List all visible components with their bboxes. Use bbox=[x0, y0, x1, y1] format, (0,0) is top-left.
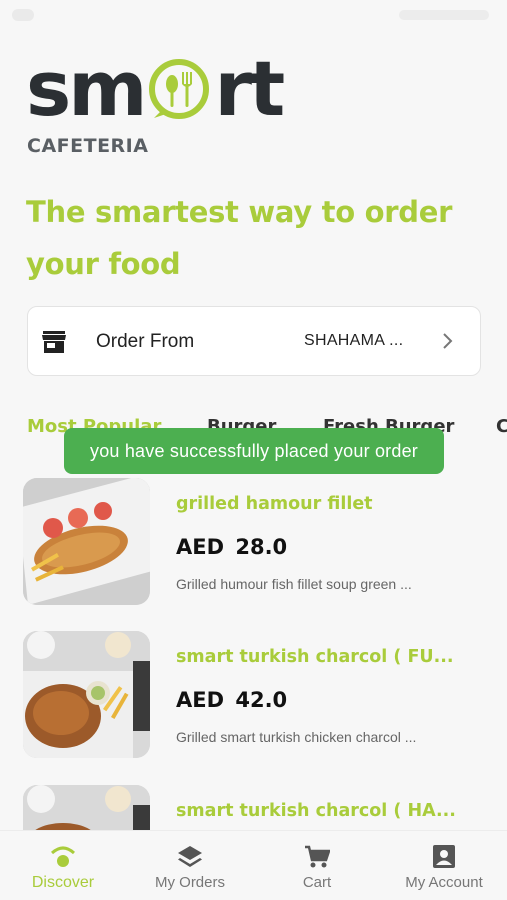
item-price: AED 28.0 bbox=[176, 535, 288, 559]
logo-cutlery-icon bbox=[146, 56, 212, 122]
nav-discover-label: Discover bbox=[31, 874, 95, 891]
order-from-value: SHAHAMA ... bbox=[304, 332, 404, 349]
menu-item[interactable]: smart turkish charcol ( FU... AED 42.0 G… bbox=[23, 631, 493, 759]
nav-my-account-label: My Account bbox=[405, 874, 483, 891]
tab-next-category[interactable]: C bbox=[496, 416, 507, 437]
account-icon bbox=[433, 845, 455, 868]
logo-word-start: sm bbox=[26, 44, 147, 133]
order-from-label: Order From bbox=[96, 331, 195, 352]
item-image-hamour bbox=[23, 478, 150, 605]
bottom-navigation: Discover My Orders Cart My Account bbox=[0, 830, 507, 900]
nav-cart-label: Cart bbox=[302, 874, 332, 891]
item-image-turkish-full bbox=[23, 631, 150, 758]
item-description: Grilled smart turkish chicken charcol ..… bbox=[176, 729, 417, 745]
item-price: AED 42.0 bbox=[176, 688, 288, 712]
item-name: smart turkish charcol ( FU... bbox=[176, 647, 454, 667]
layers-icon bbox=[178, 846, 202, 867]
item-description: Grilled humour fish fillet soup green ..… bbox=[176, 576, 412, 592]
nav-cart[interactable]: Cart bbox=[254, 831, 380, 900]
nav-my-orders[interactable]: My Orders bbox=[127, 831, 253, 900]
chevron-right-icon bbox=[443, 333, 453, 349]
status-indicator bbox=[12, 9, 34, 21]
item-name: smart turkish charcol ( HA... bbox=[176, 801, 456, 821]
nav-discover[interactable]: Discover bbox=[0, 831, 126, 900]
order-from-selector[interactable]: Order From SHAHAMA ... bbox=[27, 306, 481, 376]
nav-my-account[interactable]: My Account bbox=[381, 831, 507, 900]
order-success-toast: you have successfully placed your order bbox=[64, 428, 444, 474]
discover-icon bbox=[50, 846, 76, 867]
logo-subtitle: CAFETERIA bbox=[27, 135, 149, 157]
smart-logo: sm rt bbox=[26, 50, 316, 128]
logo-word-end: rt bbox=[214, 44, 285, 133]
item-name: grilled hamour fillet bbox=[176, 494, 373, 514]
menu-item[interactable]: grilled hamour fillet AED 28.0 Grilled h… bbox=[23, 478, 493, 606]
status-icons bbox=[399, 10, 489, 20]
status-bar bbox=[0, 0, 507, 34]
cart-icon bbox=[305, 845, 330, 868]
store-icon bbox=[42, 331, 66, 353]
page-headline: The smartest way to order your food bbox=[26, 195, 453, 281]
nav-my-orders-label: My Orders bbox=[154, 874, 225, 891]
